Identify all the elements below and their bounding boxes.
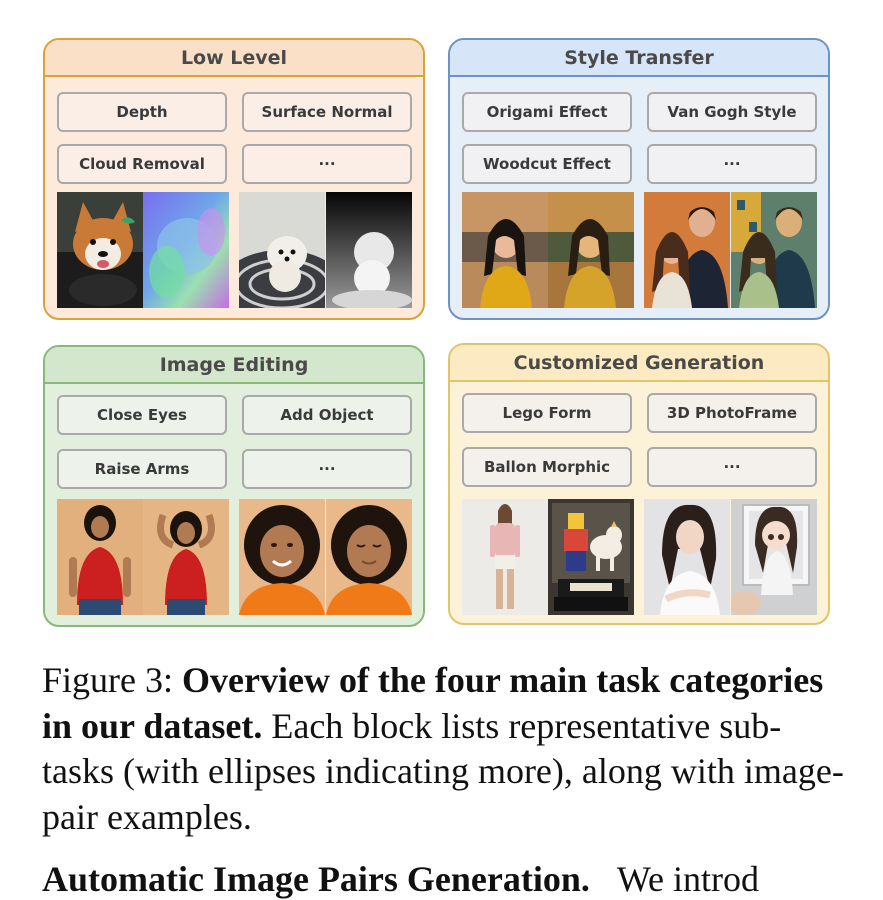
woodcut-selfie	[548, 192, 634, 308]
selfie-photo	[462, 192, 548, 308]
next-heading-text: We introd	[616, 859, 759, 899]
panel-customized-generation: Customized Generation Lego Form 3D Photo…	[448, 343, 830, 625]
panel-title: Customized Generation	[450, 345, 828, 382]
figure-caption: Figure 3: Overview of the four main task…	[42, 658, 852, 840]
chip-lego-form: Lego Form	[462, 393, 632, 433]
caption-label: Figure 3:	[42, 660, 182, 700]
lego-unicorn-figure	[548, 499, 634, 615]
chip-close-eyes: Close Eyes	[57, 395, 227, 435]
panel-style-transfer: Style Transfer Origami Effect Van Gogh S…	[448, 38, 830, 320]
woman-eyes-closed	[326, 499, 412, 615]
panel-title: Low Level	[45, 40, 423, 77]
chip-3d-photoframe: 3D PhotoFrame	[647, 393, 817, 433]
chip-depth: Depth	[57, 92, 227, 132]
chip-surface-normal: Surface Normal	[242, 92, 412, 132]
corgi-photo	[57, 192, 143, 308]
chip-cloud-removal: Cloud Removal	[57, 144, 227, 184]
3d-photoframe-figure	[731, 499, 817, 615]
puppy-photo	[239, 192, 325, 308]
chip-add-object: Add Object	[242, 395, 412, 435]
depth-map	[326, 192, 412, 308]
next-paragraph-heading: Automatic Image Pairs Generation. We int…	[42, 858, 759, 900]
surface-normal-map	[143, 192, 229, 308]
chip-more: ···	[647, 447, 817, 487]
panel-image-editing: Image Editing Close Eyes Add Object Rais…	[43, 345, 425, 627]
next-heading-bold: Automatic Image Pairs Generation.	[42, 859, 590, 899]
panel-title: Style Transfer	[450, 40, 828, 77]
standing-woman-photo	[462, 499, 548, 615]
chip-more: ···	[647, 144, 817, 184]
chip-more: ···	[242, 144, 412, 184]
couple-photo	[644, 192, 730, 308]
woman-eyes-open	[239, 499, 325, 615]
woman-arms-raised	[143, 499, 229, 615]
panel-low-level: Low Level Depth Surface Normal Cloud Rem…	[43, 38, 425, 320]
chip-ballon-morphic: Ballon Morphic	[462, 447, 632, 487]
chip-more: ···	[242, 449, 412, 489]
chip-van-gogh-style: Van Gogh Style	[647, 92, 817, 132]
chip-woodcut-effect: Woodcut Effect	[462, 144, 632, 184]
woman-arms-down	[57, 499, 143, 615]
chip-origami-effect: Origami Effect	[462, 92, 632, 132]
woman-portrait-photo	[644, 499, 730, 615]
chip-raise-arms: Raise Arms	[57, 449, 227, 489]
panel-title: Image Editing	[45, 347, 423, 384]
van-gogh-couple	[731, 192, 817, 308]
